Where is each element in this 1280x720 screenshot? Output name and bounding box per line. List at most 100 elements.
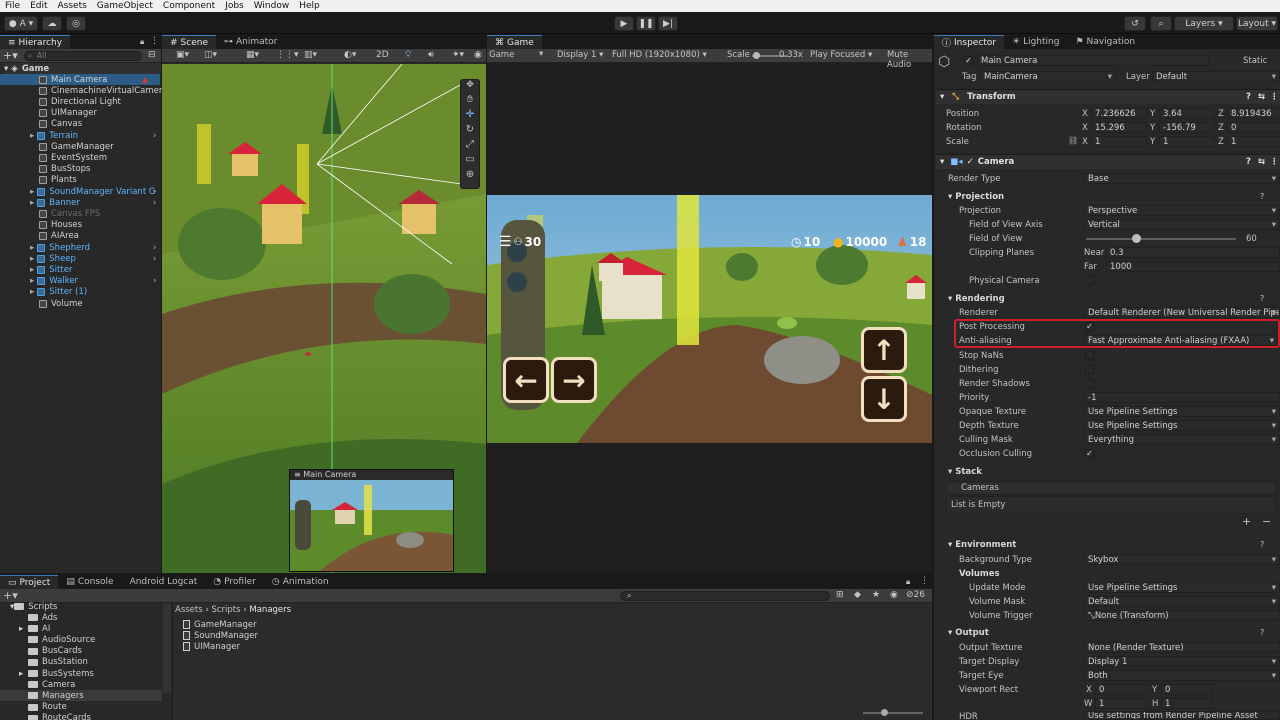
projection-section[interactable]: ▾ Projection <box>948 192 1004 202</box>
collab-icon[interactable]: ◎ <box>66 16 86 31</box>
output-section[interactable]: ▾ Output <box>948 628 989 638</box>
tab-android-logcat[interactable]: Android Logcat <box>122 575 206 589</box>
tag-dropdown[interactable]: MainCamera <box>980 71 1116 82</box>
depth-texture-dropdown[interactable]: Use Pipeline Settings <box>1084 420 1280 431</box>
preset-icon[interactable]: ⇆ <box>1258 157 1265 167</box>
hierarchy-item[interactable]: UIManager <box>0 108 160 119</box>
add-button[interactable]: +▾ <box>3 49 18 62</box>
tab-inspector[interactable]: ⓘ Inspector <box>934 35 1004 49</box>
hierarchy-item[interactable]: ▸ Terrain › <box>0 130 160 141</box>
folder-item[interactable]: ▸ AI <box>0 623 162 634</box>
scene-root[interactable]: ▾ ◈ Game <box>4 63 161 74</box>
viewport-h-field[interactable]: 1 <box>1161 698 1213 709</box>
position-x-label[interactable]: X <box>1082 109 1088 119</box>
fov-slider[interactable] <box>1086 238 1236 240</box>
scale-x-field[interactable]: 1 <box>1091 136 1147 147</box>
target-display-dropdown[interactable]: Display 1 <box>1084 656 1280 667</box>
open-prefab-icon[interactable]: › <box>153 243 156 253</box>
help-icon[interactable]: ? <box>1260 192 1264 201</box>
folder-item[interactable]: RouteCards <box>0 713 162 720</box>
scale-y-field[interactable]: 1 <box>1159 136 1215 147</box>
stack-section[interactable]: ▾ Stack <box>948 467 982 477</box>
tab-game[interactable]: ⌘ Game <box>487 35 542 49</box>
tab-profiler[interactable]: ◔ Profiler <box>205 575 264 589</box>
fov-axis-dropdown[interactable]: Vertical <box>1084 219 1280 230</box>
gizmo-icon[interactable]: ▥▾ <box>304 50 317 60</box>
menu-file[interactable]: File <box>0 1 25 11</box>
object-name-field[interactable]: Main Camera <box>977 55 1209 66</box>
renderer-dropdown[interactable]: Default Renderer (New Universal Render P… <box>1084 307 1280 318</box>
hierarchy-item[interactable]: ▸ Sitter <box>0 264 160 275</box>
physical-camera-checkbox[interactable] <box>1085 276 1094 285</box>
layer-dropdown[interactable]: Default <box>1152 71 1280 82</box>
hierarchy-item[interactable]: ▸ Sitter (1) <box>0 287 160 298</box>
projection-dropdown[interactable]: Perspective <box>1084 205 1280 216</box>
tab-lighting[interactable]: ☀ Lighting <box>1004 35 1067 49</box>
mute-audio-button[interactable]: Mute Audio <box>887 50 932 70</box>
culling-mask-dropdown[interactable]: Everything <box>1084 434 1280 445</box>
help-icon[interactable]: ? <box>1246 92 1251 102</box>
more-icon[interactable]: ⋮ <box>1270 157 1279 167</box>
file-item[interactable]: UIManager <box>183 641 345 652</box>
environment-section[interactable]: ▾ Environment <box>948 540 1016 550</box>
hierarchy-item[interactable]: Houses <box>0 220 160 231</box>
play-button[interactable]: ▶ <box>614 16 634 31</box>
cloud-icon[interactable]: ☁ <box>42 16 62 31</box>
snap-icon[interactable]: ⋮⋮▾ <box>276 50 299 60</box>
update-mode-dropdown[interactable]: Use Pipeline Settings <box>1084 582 1280 593</box>
tab-animator[interactable]: ⊶ Animator <box>216 35 285 49</box>
occlusion-culling-checkbox[interactable]: ✓ <box>1085 449 1094 458</box>
tab-project[interactable]: ▭ Project <box>0 575 59 589</box>
folder-item[interactable]: ▸ BusSystems <box>0 668 162 679</box>
help-icon[interactable]: ? <box>1260 540 1264 549</box>
transform-header[interactable]: ▾ ⤡ Transform ? ⇆ ⋮ <box>936 89 1280 104</box>
more-icon[interactable]: ⋮ <box>920 576 929 586</box>
lock-icon[interactable]: 🔒︎ <box>140 37 144 47</box>
file-item[interactable]: SoundManager <box>183 630 345 641</box>
open-prefab-icon[interactable]: › <box>153 276 156 286</box>
hierarchy-item[interactable]: ▸ Sheep › <box>0 253 160 264</box>
tab-animation[interactable]: ◷ Animation <box>264 575 337 589</box>
scale-z-label[interactable]: Z <box>1218 137 1224 147</box>
far-field[interactable]: 1000 <box>1106 261 1280 272</box>
chevron-right-icon[interactable]: ▸ <box>30 254 34 264</box>
rotate-tool-icon[interactable]: ↻ <box>461 124 479 139</box>
tab-scene[interactable]: # Scene <box>162 35 216 49</box>
open-prefab-icon[interactable]: › <box>153 187 156 197</box>
tree-scrollbar[interactable] <box>163 603 171 693</box>
position-z-field[interactable]: 8.919436 <box>1227 108 1280 119</box>
chevron-right-icon[interactable]: ▸ <box>19 669 23 679</box>
hidden-packages-icon[interactable]: ◉ <box>890 590 898 600</box>
display-dropdown[interactable]: Display 1 ▾ <box>557 50 603 60</box>
rotation-y-field[interactable]: -156.79 <box>1159 122 1215 133</box>
chevron-right-icon[interactable]: ▸ <box>30 131 34 141</box>
menu-assets[interactable]: Assets <box>53 1 92 11</box>
scale-y-label[interactable]: Y <box>1150 137 1155 147</box>
account-button[interactable]: ● A ▾ <box>4 16 38 31</box>
menu-window[interactable]: Window <box>249 1 295 11</box>
label-filter-icon[interactable]: ◆ <box>854 590 861 600</box>
filter-icon[interactable]: ⊟ <box>148 50 156 60</box>
hierarchy-item[interactable]: Canvas FPS <box>0 208 160 219</box>
icon-size-slider[interactable] <box>863 712 923 714</box>
hierarchy-item[interactable]: ▸ Walker › <box>0 276 160 287</box>
camera-settings-icon[interactable]: ◉ <box>474 50 482 60</box>
open-prefab-icon[interactable]: › <box>153 131 156 141</box>
folder-item[interactable]: BusStation <box>0 657 162 668</box>
folder-item[interactable]: Ads <box>0 612 162 623</box>
viewport-w-field[interactable]: 1 <box>1095 698 1147 709</box>
up-arrow-button[interactable]: ↑ <box>861 327 907 373</box>
preset-icon[interactable]: ⇆ <box>1258 92 1265 102</box>
audio-icon[interactable]: 🔊︎ <box>428 50 434 60</box>
open-prefab-icon[interactable]: › <box>153 254 156 264</box>
file-item[interactable]: GameManager <box>183 619 345 630</box>
tab-navigation[interactable]: ⚑ Navigation <box>1067 35 1143 49</box>
post-processing-checkbox[interactable]: ✓ <box>1085 322 1094 331</box>
right-arrow-button[interactable]: → <box>551 357 597 403</box>
game-view-dropdown[interactable]: Game <box>489 50 514 60</box>
chevron-right-icon[interactable]: ▸ <box>30 287 34 297</box>
fov-slider-thumb[interactable] <box>1131 234 1141 243</box>
dithering-checkbox[interactable] <box>1085 365 1094 374</box>
render-shadows-checkbox[interactable] <box>1085 379 1094 388</box>
volume-trigger-field[interactable]: ⤡ None (Transform) <box>1084 610 1280 621</box>
